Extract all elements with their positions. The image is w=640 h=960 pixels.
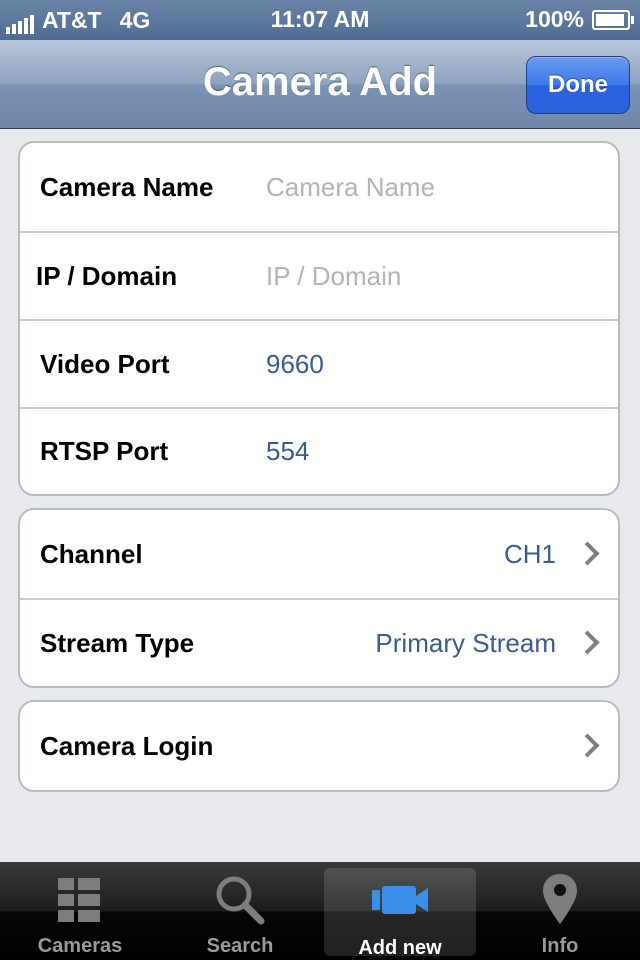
video-port-field[interactable]: 9660 — [266, 321, 324, 407]
magnifier-icon — [216, 876, 265, 925]
tab-add-new[interactable]: Add new — [324, 868, 476, 959]
navigation-bar: Camera Add Done — [0, 40, 640, 129]
ip-domain-row[interactable]: IP / Domain IP / Domain — [20, 233, 618, 321]
tab-cameras[interactable]: Cameras — [0, 862, 160, 960]
tab-info-label: Info — [541, 935, 579, 957]
camera-login-row[interactable]: Camera Login — [20, 702, 618, 790]
status-bar: AT&T 4G 11:07 AM 100% — [0, 0, 640, 40]
channel-value: CH1 — [503, 538, 556, 569]
channel-row[interactable]: Channel CH1 — [20, 510, 618, 600]
video-port-label: Video Port — [40, 348, 170, 379]
done-button[interactable]: Done — [526, 56, 630, 114]
battery-icon — [592, 9, 634, 30]
login-group: Camera Login — [18, 700, 620, 792]
tab-info[interactable]: Info — [480, 862, 640, 960]
video-camera-icon — [372, 886, 428, 914]
stream-type-row[interactable]: Stream Type Primary Stream — [20, 600, 618, 686]
channel-label: Channel — [40, 538, 143, 569]
tab-cameras-label: Cameras — [37, 935, 123, 957]
stream-type-value: Primary Stream — [375, 627, 556, 658]
rtsp-port-field[interactable]: 554 — [266, 409, 309, 494]
chevron-right-icon — [575, 733, 600, 758]
tab-add-new-label: Add new — [358, 937, 442, 959]
rtsp-port-label: RTSP Port — [40, 436, 169, 466]
chevron-right-icon — [575, 541, 600, 566]
rtsp-port-row[interactable]: RTSP Port 554 — [20, 409, 618, 494]
stream-type-label: Stream Type — [40, 627, 195, 658]
camera-name-label: Camera Name — [40, 171, 214, 202]
stream-settings-group: Channel CH1 Stream Type Primary Stream — [18, 508, 620, 688]
video-port-row[interactable]: Video Port 9660 — [20, 321, 618, 409]
tab-bar: Cameras Search Add new Info — [0, 862, 640, 960]
battery-percent: 100% — [525, 6, 584, 32]
ip-domain-field[interactable]: IP / Domain — [266, 233, 401, 319]
tab-search[interactable]: Search — [160, 862, 320, 960]
tab-search-label: Search — [206, 935, 274, 957]
camera-name-row[interactable]: Camera Name Camera Name — [20, 143, 618, 233]
grid-list-icon — [58, 878, 100, 922]
map-pin-icon — [543, 874, 577, 924]
camera-login-label: Camera Login — [40, 730, 214, 761]
camera-name-field[interactable]: Camera Name — [266, 143, 435, 231]
chevron-right-icon — [575, 630, 600, 655]
ip-domain-label: IP / Domain — [36, 260, 178, 291]
connection-settings-group: Camera Name Camera Name IP / Domain IP /… — [18, 141, 620, 496]
